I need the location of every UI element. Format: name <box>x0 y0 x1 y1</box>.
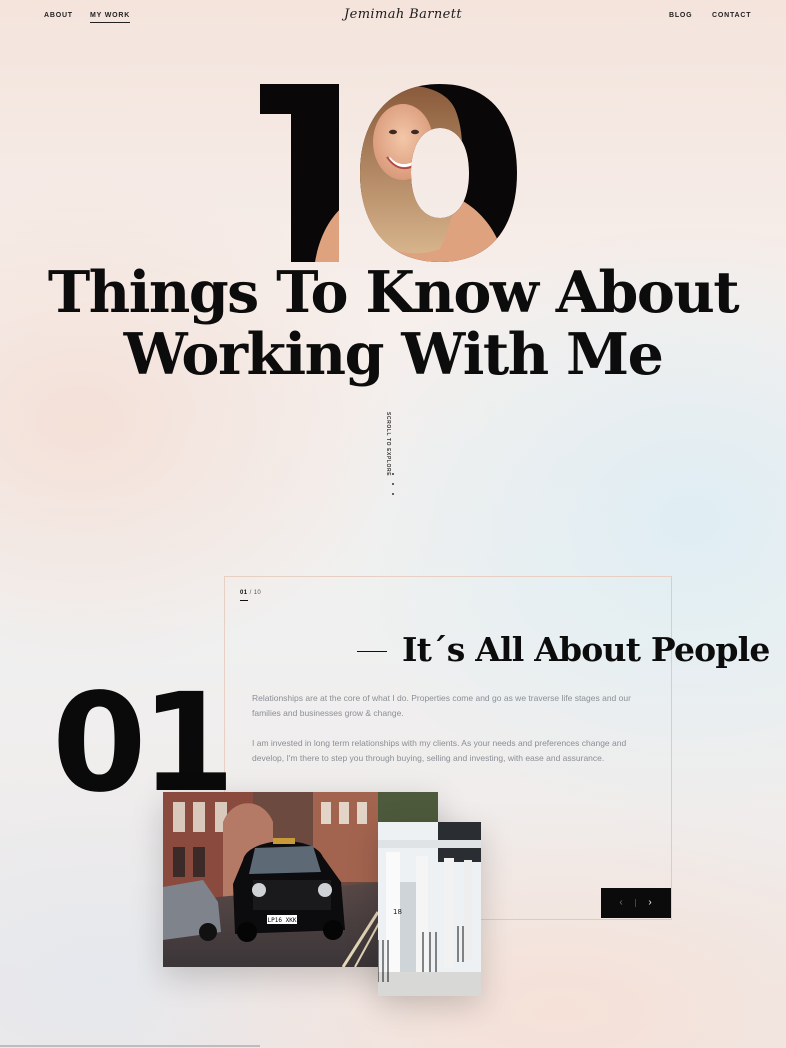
page-progress-bar <box>0 1045 260 1047</box>
chevron-right-icon[interactable]: › <box>643 888 657 918</box>
card-paragraph-2: I am invested in long term relationships… <box>252 738 627 763</box>
townhouse-image: 18 <box>378 822 481 996</box>
site-logo[interactable]: Jemimah Barnett <box>330 4 462 28</box>
nav-blog-link[interactable]: BLOG <box>669 12 692 19</box>
slide-counter-total: / 10 <box>249 590 262 596</box>
slide-counter: 01 / 10 <box>240 590 261 596</box>
nav-contact-link[interactable]: CONTACT <box>712 12 751 19</box>
hero-number-graphic <box>260 84 517 262</box>
taxi-plate: LP16 XKK <box>268 917 297 924</box>
nav-about-link[interactable]: ABOUT <box>44 12 73 19</box>
nav-my-work-link[interactable]: MY WORK <box>90 12 131 23</box>
counter-underline <box>240 600 248 601</box>
card-heading: It´s All About People <box>402 630 770 669</box>
hero-title-line-1: Things To Know About <box>47 259 740 326</box>
hero-title-line-2: Working With Me <box>123 321 664 388</box>
scroll-dots-indicator <box>392 473 394 497</box>
scroll-dot <box>392 483 394 485</box>
scroll-to-explore[interactable]: SCROLL TO EXPLORE <box>385 412 399 476</box>
heading-rule <box>357 651 387 652</box>
hero-number-10 <box>255 84 525 262</box>
logo-signature: Jemimah Barnett <box>344 7 463 22</box>
scroll-dot <box>392 473 394 475</box>
hero-title: Things To Know About Working With Me <box>0 262 786 386</box>
slide-counter-current: 01 <box>240 590 248 596</box>
house-number: 18 <box>393 908 402 916</box>
card-paragraph-1: Relationships are at the core of what I … <box>252 693 631 718</box>
scroll-label: SCROLL TO EXPLORE <box>385 412 391 477</box>
slider-divider <box>635 899 636 907</box>
photo-townhouse: 18 <box>378 822 481 996</box>
scroll-dot <box>392 493 394 495</box>
slider-controls: ‹ › <box>601 888 671 918</box>
chevron-left-icon[interactable]: ‹ <box>614 888 628 918</box>
